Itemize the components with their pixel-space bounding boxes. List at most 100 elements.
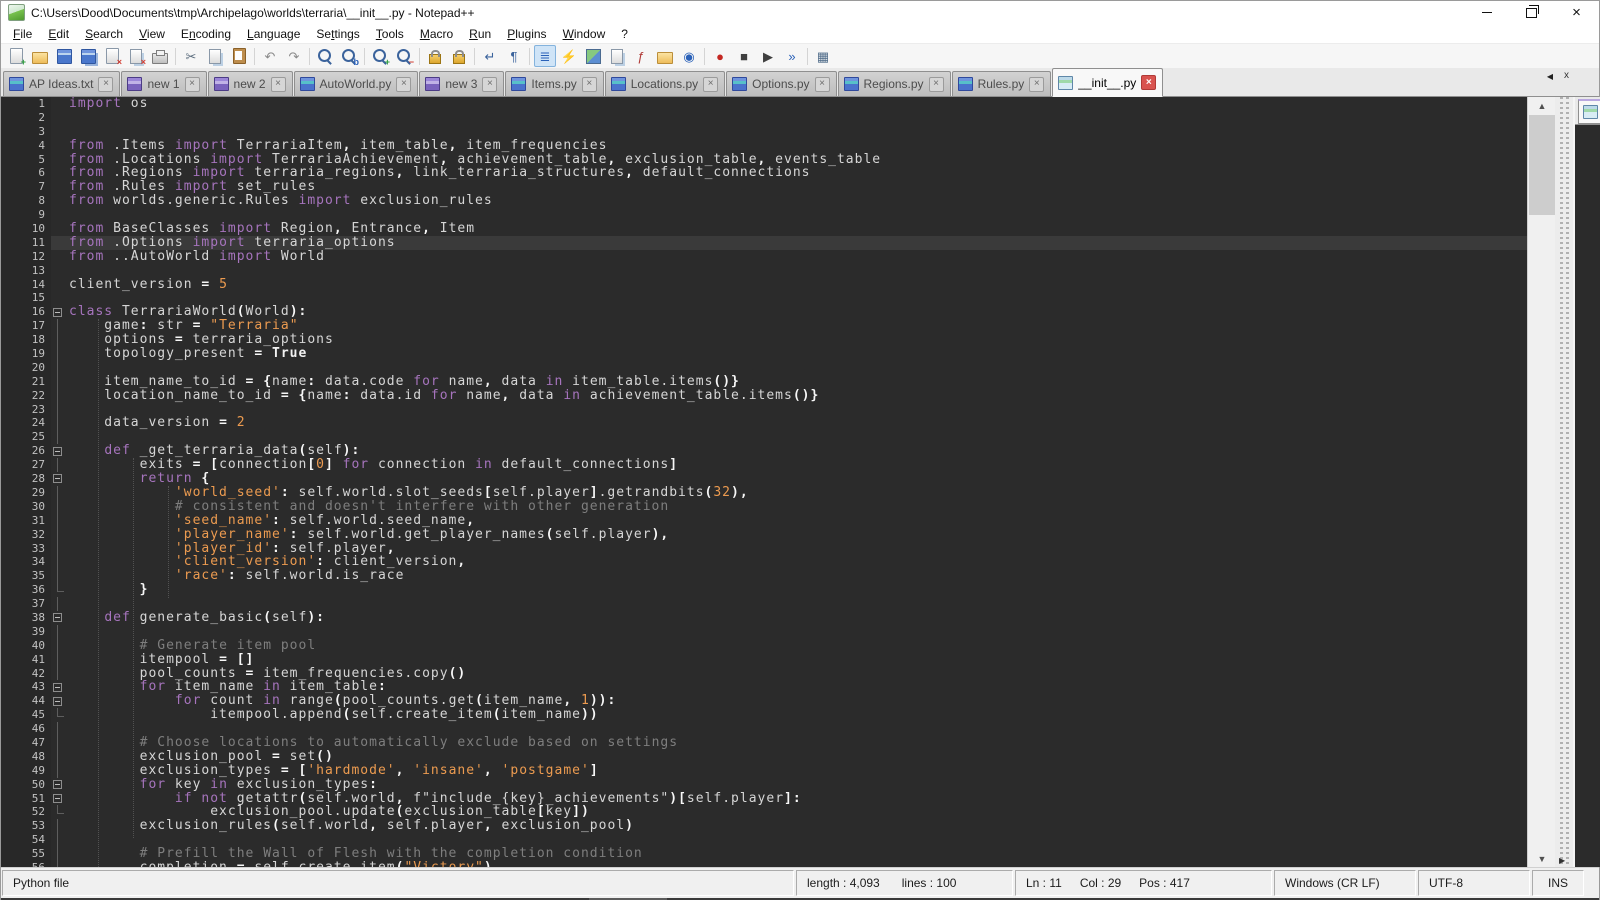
- code-line-35[interactable]: 35 'race': self.world.is_race: [1, 569, 1527, 583]
- fold-collapse-icon[interactable]: [51, 472, 65, 486]
- sync-horizontal-scroll-icon[interactable]: [448, 45, 470, 67]
- replace-icon[interactable]: b: [338, 45, 360, 67]
- new-file-icon[interactable]: +: [5, 45, 27, 67]
- fold-collapse-icon[interactable]: [51, 694, 65, 708]
- tab-new-2[interactable]: new 2×: [208, 71, 293, 96]
- code-line-17[interactable]: 17 game: str = "Terraria": [1, 319, 1527, 333]
- code-line-32[interactable]: 32 'player_name': self.world.get_player_…: [1, 528, 1527, 542]
- macro-record-icon[interactable]: ●: [709, 45, 731, 67]
- code-line-52[interactable]: 52 exclusion_pool.update(exclusion_table…: [1, 805, 1527, 819]
- close-document-icon[interactable]: ×: [101, 45, 123, 67]
- menu-item-?[interactable]: ?: [613, 26, 636, 42]
- code-line-55[interactable]: 55 # Prefill the Wall of Flesh with the …: [1, 847, 1527, 861]
- code-line-41[interactable]: 41 itempool = []: [1, 653, 1527, 667]
- fold-collapse-icon[interactable]: [51, 792, 65, 806]
- copy-icon[interactable]: [204, 45, 226, 67]
- menu-item-plugins[interactable]: Plugins: [499, 26, 554, 42]
- save-all-icon[interactable]: [77, 45, 99, 67]
- function-completion-icon[interactable]: ⚡: [558, 45, 580, 67]
- code-line-30[interactable]: 30 # consistent and doesn't interfere wi…: [1, 500, 1527, 514]
- code-line-34[interactable]: 34 'client_version': client_version,: [1, 555, 1527, 569]
- code-line-3[interactable]: 3: [1, 125, 1527, 139]
- tab-close-icon[interactable]: ×: [703, 77, 718, 92]
- code-line-26[interactable]: 26 def _get_terraria_data(self):: [1, 444, 1527, 458]
- sync-vertical-scroll-icon[interactable]: [424, 45, 446, 67]
- code-line-18[interactable]: 18 options = terraria_options: [1, 333, 1527, 347]
- tab-close-icon[interactable]: ×: [185, 77, 200, 92]
- show-indent-guide-icon[interactable]: ≣: [534, 45, 556, 67]
- code-line-20[interactable]: 20: [1, 361, 1527, 375]
- code-line-28[interactable]: 28 return {: [1, 472, 1527, 486]
- tab-bar-close-icon[interactable]: x: [1564, 70, 1569, 81]
- cut-icon[interactable]: ✂: [180, 45, 202, 67]
- tab-close-icon[interactable]: ×: [271, 77, 286, 92]
- macro-run-multiple-icon[interactable]: »: [781, 45, 803, 67]
- code-line-23[interactable]: 23: [1, 403, 1527, 417]
- code-line-40[interactable]: 40 # Generate item pool: [1, 639, 1527, 653]
- code-line-1[interactable]: 1import os: [1, 97, 1527, 111]
- code-line-54[interactable]: 54: [1, 833, 1527, 847]
- tab-regions.py[interactable]: Regions.py×: [838, 71, 951, 96]
- fold-collapse-icon[interactable]: [51, 305, 65, 319]
- restore-icon[interactable]: [1509, 1, 1554, 24]
- code-line-45[interactable]: 45 itempool.append(self.create_item(item…: [1, 708, 1527, 722]
- tab-autoworld.py[interactable]: AutoWorld.py×: [294, 71, 419, 96]
- code-line-22[interactable]: 22 location_name_to_id = {name: data.id …: [1, 389, 1527, 403]
- document-switcher-icon[interactable]: ▦: [812, 45, 834, 67]
- tab-close-icon[interactable]: ×: [396, 77, 411, 92]
- code-line-10[interactable]: 10from BaseClasses import Region, Entran…: [1, 222, 1527, 236]
- code-line-15[interactable]: 15: [1, 291, 1527, 305]
- redo-icon[interactable]: ↷: [283, 45, 305, 67]
- show-all-characters-icon[interactable]: ¶: [503, 45, 525, 67]
- code-editor[interactable]: 1import os 23 4from .Items import Terraria…: [1, 97, 1527, 867]
- code-line-27[interactable]: 27 exits = [connection[0] for connection…: [1, 458, 1527, 472]
- word-wrap-icon[interactable]: ↵: [479, 45, 501, 67]
- code-line-49[interactable]: 49 exclusion_types = ['hardmode', 'insan…: [1, 764, 1527, 778]
- code-line-13[interactable]: 13: [1, 264, 1527, 278]
- menu-item-tools[interactable]: Tools: [368, 26, 412, 42]
- code-line-51[interactable]: 51 if not getattr(self.world, f"include_…: [1, 792, 1527, 806]
- code-line-24[interactable]: 24 data_version = 2: [1, 416, 1527, 430]
- code-line-50[interactable]: 50 for key in exclusion_types:: [1, 778, 1527, 792]
- find-icon[interactable]: [314, 45, 336, 67]
- tab-new-1[interactable]: new 1×: [121, 71, 206, 96]
- tab-scroll-left-icon[interactable]: ◀: [1547, 72, 1553, 81]
- code-line-4[interactable]: 4from .Items import TerrariaItem, item_t…: [1, 139, 1527, 153]
- close-all-documents-icon[interactable]: ×: [125, 45, 147, 67]
- tab-items.py[interactable]: Items.py×: [505, 71, 603, 96]
- vertical-scrollbar[interactable]: ▲ ▼: [1527, 97, 1556, 867]
- document-list-icon[interactable]: [606, 45, 628, 67]
- fold-collapse-icon[interactable]: [51, 778, 65, 792]
- code-line-14[interactable]: 14client_version = 5: [1, 278, 1527, 292]
- code-line-39[interactable]: 39: [1, 625, 1527, 639]
- tab-__init__.py[interactable]: __init__.py×: [1052, 68, 1163, 97]
- code-line-6[interactable]: 6from .Regions import terraria_regions, …: [1, 166, 1527, 180]
- code-line-11[interactable]: 11from .Options import terraria_options: [1, 236, 1527, 250]
- view-splitter[interactable]: [1555, 97, 1573, 867]
- zoom-out-icon[interactable]: −: [393, 45, 415, 67]
- folder-as-workspace-icon[interactable]: [654, 45, 676, 67]
- open-folder-icon[interactable]: [29, 45, 51, 67]
- paste-icon[interactable]: [228, 45, 250, 67]
- scroll-up-icon[interactable]: ▲: [1528, 97, 1556, 114]
- code-line-31[interactable]: 31 'seed_name': self.world.seed_name,: [1, 514, 1527, 528]
- fold-collapse-icon[interactable]: [51, 444, 65, 458]
- second-view-tab[interactable]: [1578, 99, 1600, 124]
- fold-collapse-icon[interactable]: [51, 680, 65, 694]
- menu-item-window[interactable]: Window: [555, 26, 614, 42]
- menu-item-view[interactable]: View: [131, 26, 173, 42]
- macro-stop-icon[interactable]: ■: [733, 45, 755, 67]
- menu-item-encoding[interactable]: Encoding: [173, 26, 239, 42]
- tab-close-icon[interactable]: ×: [582, 77, 597, 92]
- tab-close-icon[interactable]: ×: [98, 77, 113, 92]
- code-line-8[interactable]: 8from worlds.generic.Rules import exclus…: [1, 194, 1527, 208]
- print-icon[interactable]: [149, 45, 171, 67]
- menu-item-macro[interactable]: Macro: [412, 26, 461, 42]
- code-line-43[interactable]: 43 for item_name in item_table:: [1, 680, 1527, 694]
- menu-item-file[interactable]: File: [5, 26, 40, 42]
- tab-new-3[interactable]: new 3×: [419, 71, 504, 96]
- tab-options.py[interactable]: Options.py×: [726, 71, 836, 96]
- code-line-9[interactable]: 9: [1, 208, 1527, 222]
- code-line-21[interactable]: 21 item_name_to_id = {name: data.code fo…: [1, 375, 1527, 389]
- code-line-5[interactable]: 5from .Locations import TerrariaAchievem…: [1, 153, 1527, 167]
